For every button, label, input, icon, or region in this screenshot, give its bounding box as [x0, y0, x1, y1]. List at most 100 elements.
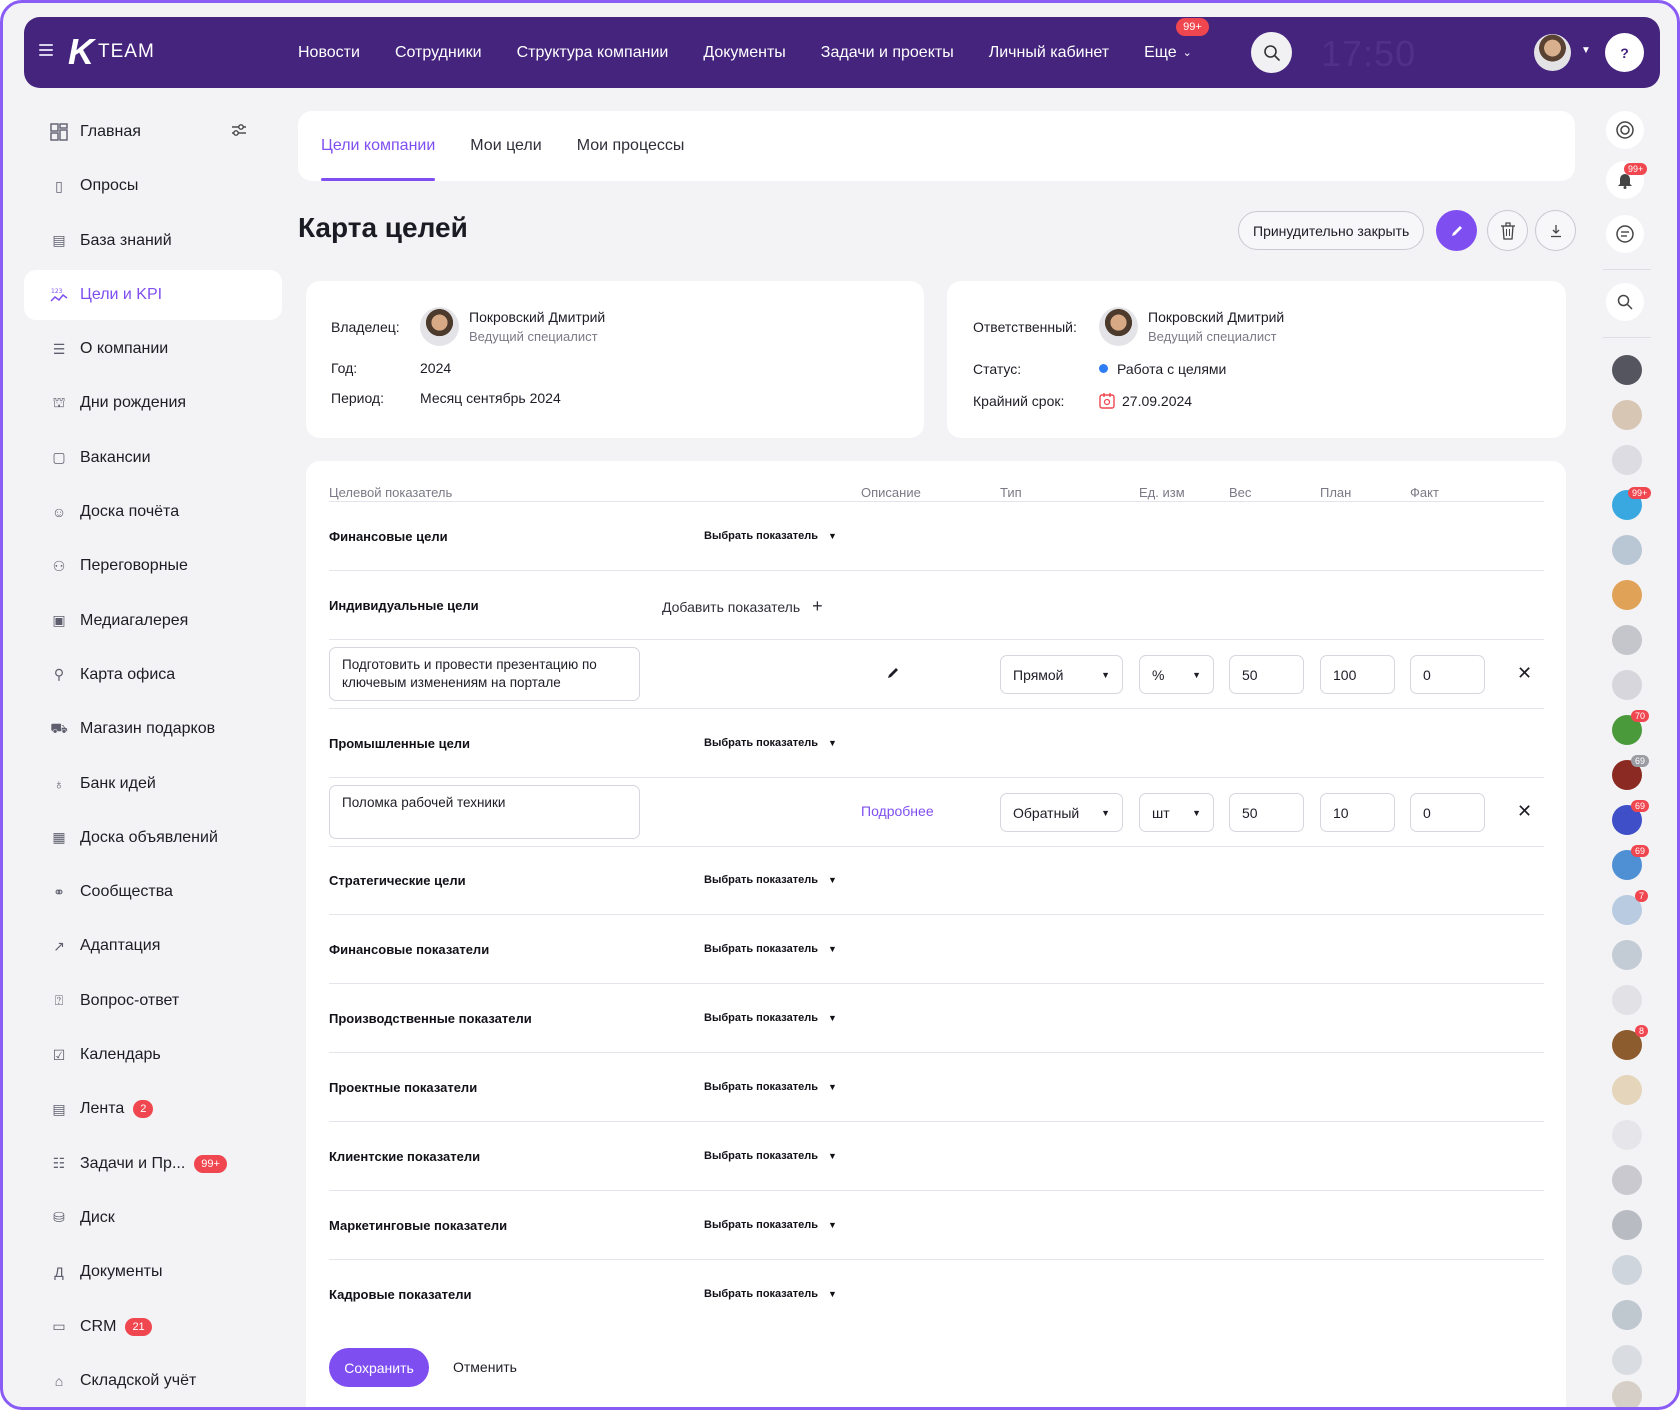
- plan-input[interactable]: 10: [1320, 793, 1395, 832]
- contact-avatar[interactable]: [1612, 1120, 1642, 1150]
- contact-avatar[interactable]: [1612, 985, 1642, 1015]
- sidebar-item-crm[interactable]: ▭ CRM 21: [24, 1302, 282, 1352]
- rail-search-button[interactable]: [1606, 283, 1644, 321]
- contact-avatar[interactable]: [1612, 355, 1642, 385]
- unit-select[interactable]: % ▼: [1139, 655, 1214, 694]
- add-indicator-button[interactable]: Добавить показатель +: [662, 596, 823, 617]
- contact-avatar[interactable]: [1612, 1300, 1642, 1330]
- tab-company-goals[interactable]: Цели компании: [321, 111, 436, 181]
- nav-news[interactable]: Новости: [298, 44, 360, 62]
- pick-indicator-dropdown[interactable]: Выбрать показатель ▼: [704, 1081, 837, 1093]
- type-select[interactable]: Прямой ▼: [1000, 655, 1123, 694]
- sidebar-item-faq[interactable]: ⍰ Вопрос-ответ: [24, 976, 282, 1026]
- caret-down-icon[interactable]: ▼: [1581, 45, 1591, 56]
- weight-input[interactable]: 50: [1229, 655, 1304, 694]
- pick-indicator-dropdown[interactable]: Выбрать показатель ▼: [704, 1012, 837, 1024]
- sidebar-item-disk[interactable]: ⛁ Диск: [24, 1193, 282, 1243]
- contact-avatar[interactable]: [1612, 940, 1642, 970]
- pick-indicator-dropdown[interactable]: Выбрать показатель ▼: [704, 530, 837, 542]
- tab-my-processes[interactable]: Мои процессы: [577, 111, 685, 181]
- sidebar-item-label: Диск: [80, 1208, 115, 1226]
- pick-indicator-dropdown[interactable]: Выбрать показатель ▼: [704, 874, 837, 886]
- pick-indicator-dropdown[interactable]: Выбрать показатель ▼: [704, 737, 837, 749]
- type-select[interactable]: Обратный ▼: [1000, 793, 1123, 832]
- rail-messages-button[interactable]: [1606, 215, 1644, 253]
- sidebar-item-office-map[interactable]: ⚲ Карта офиса: [24, 650, 282, 700]
- faq-icon: ⍰: [54, 992, 64, 1009]
- sidebar-item-surveys[interactable]: ▯ Опросы: [24, 161, 282, 211]
- download-button[interactable]: [1535, 210, 1576, 251]
- sidebar-item-vacancies[interactable]: ▢ Вакансии: [24, 433, 282, 483]
- contact-avatar[interactable]: [1612, 625, 1642, 655]
- search-button[interactable]: [1251, 32, 1292, 73]
- contact-avatar[interactable]: [1612, 1345, 1642, 1375]
- delete-button[interactable]: [1487, 210, 1528, 251]
- responsible-name[interactable]: Покровский Дмитрий: [1148, 309, 1284, 325]
- fact-input[interactable]: 0: [1410, 655, 1485, 694]
- sidebar-item-knowledge[interactable]: ▤ База знаний: [24, 216, 282, 266]
- sidebar-item-company[interactable]: ☰ О компании: [24, 324, 282, 374]
- contact-avatar[interactable]: [1612, 1075, 1642, 1105]
- sidebar-item-ideas[interactable]: ♁ Банк идей: [24, 759, 282, 809]
- menu-icon[interactable]: [39, 44, 53, 56]
- tab-my-goals[interactable]: Мои цели: [470, 111, 541, 181]
- sidebar-item-adaptation[interactable]: ↗ Адаптация: [24, 921, 282, 971]
- contact-avatar[interactable]: [1612, 535, 1642, 565]
- contact-avatar[interactable]: [1612, 400, 1642, 430]
- sidebar-item-feed[interactable]: ▤ Лента 2: [24, 1084, 282, 1134]
- weight-input[interactable]: 50: [1229, 793, 1304, 832]
- nav-account[interactable]: Личный кабинет: [989, 44, 1109, 62]
- contact-avatar[interactable]: [1612, 1210, 1642, 1240]
- sidebar-item-board[interactable]: ▦ Доска объявлений: [24, 813, 282, 863]
- sidebar-item-home[interactable]: Главная: [24, 107, 282, 157]
- sidebar-item-calendar[interactable]: ☑ Календарь: [24, 1030, 282, 1080]
- plan-input[interactable]: 100: [1320, 655, 1395, 694]
- remove-row-icon[interactable]: ✕: [1517, 663, 1532, 684]
- sidebar-item-documents[interactable]: Д Документы: [24, 1247, 282, 1297]
- logo[interactable]: K TEAM: [68, 34, 155, 70]
- nav-more[interactable]: Еще ⌄ 99+: [1144, 17, 1209, 62]
- responsible-avatar[interactable]: [1099, 307, 1138, 346]
- indicator-textarea[interactable]: Поломка рабочей техники: [329, 785, 640, 839]
- user-avatar[interactable]: [1534, 34, 1571, 71]
- settings-sliders-icon[interactable]: [231, 123, 247, 142]
- nav-employees[interactable]: Сотрудники: [395, 44, 482, 62]
- pick-indicator-dropdown[interactable]: Выбрать показатель ▼: [704, 1288, 837, 1300]
- contact-avatar[interactable]: [1612, 580, 1642, 610]
- sidebar-item-birthdays[interactable]: ⛫ Дни рождения: [24, 378, 282, 428]
- owner-name[interactable]: Покровский Дмитрий: [469, 309, 605, 325]
- edit-button[interactable]: [1436, 210, 1477, 251]
- force-close-button[interactable]: Принудительно закрыть: [1238, 211, 1425, 250]
- contact-avatar[interactable]: [1612, 445, 1642, 475]
- edit-description-icon[interactable]: [887, 666, 900, 684]
- contact-avatar[interactable]: [1612, 1255, 1642, 1285]
- group-title: Промышленные цели: [329, 736, 471, 751]
- unit-select[interactable]: шт ▼: [1139, 793, 1214, 832]
- sidebar-item-meeting-rooms[interactable]: ⚇ Переговорные: [24, 541, 282, 591]
- rail-chat-button[interactable]: [1606, 111, 1644, 149]
- pick-indicator-dropdown[interactable]: Выбрать показатель ▼: [704, 1219, 837, 1231]
- pick-indicator-dropdown[interactable]: Выбрать показатель ▼: [704, 1150, 837, 1162]
- nav-tasks[interactable]: Задачи и проекты: [821, 44, 954, 62]
- sidebar-item-tasks[interactable]: ☷ Задачи и Пр... 99+: [24, 1139, 282, 1189]
- pick-indicator-dropdown[interactable]: Выбрать показатель ▼: [704, 943, 837, 955]
- help-button[interactable]: ?: [1605, 33, 1644, 72]
- contact-avatar[interactable]: [1612, 670, 1642, 700]
- remove-row-icon[interactable]: ✕: [1517, 801, 1532, 822]
- sidebar-item-communities[interactable]: ⚭ Сообщества: [24, 867, 282, 917]
- contact-avatar[interactable]: [1612, 1381, 1642, 1407]
- fact-input[interactable]: 0: [1410, 793, 1485, 832]
- owner-avatar[interactable]: [420, 307, 459, 346]
- cancel-button[interactable]: Отменить: [453, 1359, 517, 1375]
- indicator-textarea[interactable]: Подготовить и провести презентацию по кл…: [329, 647, 640, 701]
- sidebar-item-kpi[interactable]: 123 Цели и KPI: [24, 269, 282, 320]
- nav-documents[interactable]: Документы: [703, 44, 785, 62]
- sidebar-item-gallery[interactable]: ▣ Медиагалерея: [24, 596, 282, 646]
- sidebar-item-honor[interactable]: ☺ Доска почёта: [24, 487, 282, 537]
- details-link[interactable]: Подробнее: [861, 803, 934, 819]
- nav-structure[interactable]: Структура компании: [517, 44, 669, 62]
- sidebar-item-gift-shop[interactable]: ⛟ Магазин подарков: [24, 704, 282, 754]
- sidebar-item-warehouse[interactable]: ⌂ Складской учёт: [24, 1356, 282, 1406]
- save-button[interactable]: Сохранить: [329, 1348, 429, 1387]
- contact-avatar[interactable]: [1612, 1165, 1642, 1195]
